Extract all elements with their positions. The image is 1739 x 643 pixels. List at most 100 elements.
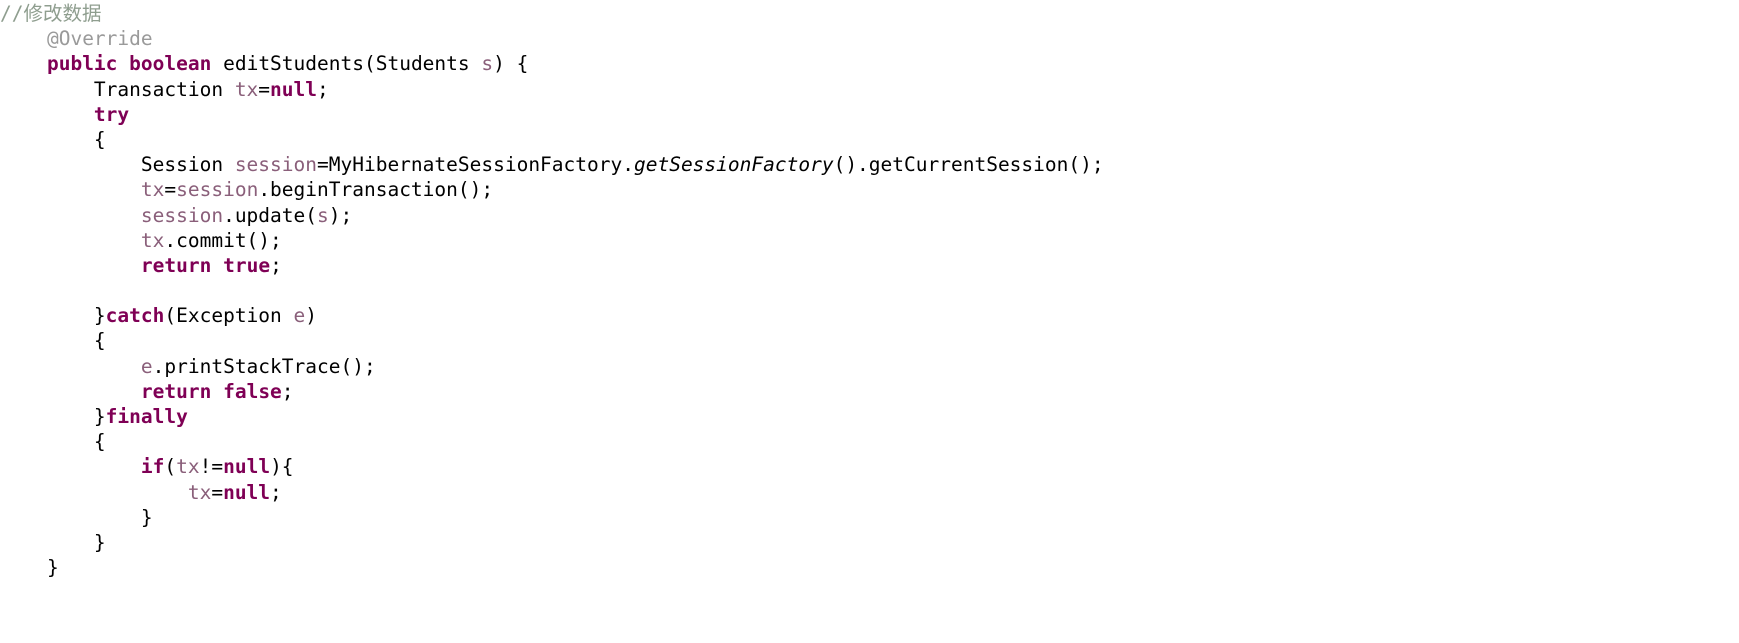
code-line: }catch(Exception e) [0, 303, 1739, 328]
code-token-keyword: return [140, 379, 212, 403]
code-token-plain: } [93, 304, 106, 328]
code-line-list: //修改数据 @Override public boolean editStud… [0, 0, 1739, 580]
code-token-local-variable: tx [176, 455, 200, 479]
code-line: Session session=MyHibernateSessionFactor… [0, 152, 1739, 177]
code-token-plain: } [93, 530, 106, 554]
code-token-plain: ); [328, 203, 353, 227]
code-token-plain: Transaction [93, 77, 235, 101]
code-token-keyword: boolean [129, 52, 212, 76]
code-token-plain: .beginTransaction(); [258, 178, 494, 202]
code-token-plain: { [93, 329, 106, 353]
code-token-keyword: false [223, 379, 282, 403]
code-token-plain: = [258, 77, 271, 101]
code-token-plain: { [93, 430, 106, 454]
code-token-local-variable: e [140, 354, 153, 378]
code-token-plain: = [164, 178, 177, 202]
code-line: { [0, 328, 1739, 353]
code-token-keyword: return [140, 253, 212, 277]
code-token-local-variable: s [317, 203, 329, 227]
code-token-local-variable: e [293, 304, 306, 328]
code-line: tx=null; [0, 480, 1739, 505]
code-token-plain: ){ [270, 455, 294, 479]
code-token-keyword: true [223, 253, 271, 277]
code-line: return false; [0, 379, 1739, 404]
code-token-local-variable: tx [140, 228, 165, 252]
code-token-local-variable: tx [234, 77, 259, 101]
code-token-plain: ) { [493, 52, 529, 76]
code-token-local-variable: s [481, 52, 494, 76]
code-line: } [0, 530, 1739, 555]
code-line: tx=session.beginTransaction(); [0, 177, 1739, 202]
code-token-static-method: getSessionFactory [633, 153, 834, 177]
code-line: //修改数据 [0, 1, 1739, 26]
code-token-keyword: null [223, 455, 271, 479]
code-line: e.printStackTrace(); [0, 354, 1739, 379]
code-token-comment: //修改数据 [0, 2, 102, 25]
code-token-local-variable: session [140, 203, 224, 227]
code-token-plain: ) [305, 304, 318, 328]
code-line: } [0, 505, 1739, 530]
code-token-keyword: null [223, 480, 271, 504]
code-line: } [0, 555, 1739, 580]
code-line: { [0, 429, 1739, 454]
code-token-plain: Session [140, 153, 235, 177]
code-line: tx.commit(); [0, 228, 1739, 253]
code-token-plain: ( [164, 455, 177, 479]
code-token-plain: { [93, 127, 106, 151]
code-token-local-variable: session [176, 178, 259, 202]
code-token-plain: ; [281, 379, 294, 403]
code-token-plain: ().getCurrentSession(); [833, 153, 1104, 177]
code-line: @Override [0, 26, 1739, 51]
code-token-plain: ; [270, 253, 282, 277]
code-line: session.update(s); [0, 203, 1739, 228]
code-line: return true; [0, 253, 1739, 278]
code-token-local-variable: tx [187, 480, 212, 504]
code-token-keyword: if [140, 455, 165, 479]
code-token-local-variable: tx [140, 178, 165, 202]
code-editor[interactable]: //修改数据 @Override public boolean editStud… [0, 0, 1739, 643]
code-token-plain: (Exception [164, 304, 294, 328]
code-token-plain: = [211, 480, 224, 504]
code-line: try [0, 102, 1739, 127]
code-token-keyword: public [46, 52, 118, 76]
code-token-local-variable: session [234, 153, 317, 177]
code-token-keyword: catch [105, 304, 165, 328]
code-line: { [0, 127, 1739, 152]
code-line: if(tx!=null){ [0, 454, 1739, 479]
code-line: Transaction tx=null; [0, 77, 1739, 102]
code-token-keyword: finally [105, 405, 188, 428]
code-token-plain: .commit(); [164, 228, 282, 252]
code-token-plain: } [140, 505, 153, 529]
code-token-plain: } [93, 405, 106, 428]
code-token-plain: ; [270, 480, 282, 504]
code-line: public boolean editStudents(Students s) … [0, 51, 1739, 76]
code-token-keyword: try [93, 102, 130, 126]
code-token-plain: } [46, 556, 59, 580]
code-line: }finally [0, 404, 1739, 429]
code-token-keyword: null [270, 77, 318, 101]
code-token-plain: ; [317, 77, 329, 101]
